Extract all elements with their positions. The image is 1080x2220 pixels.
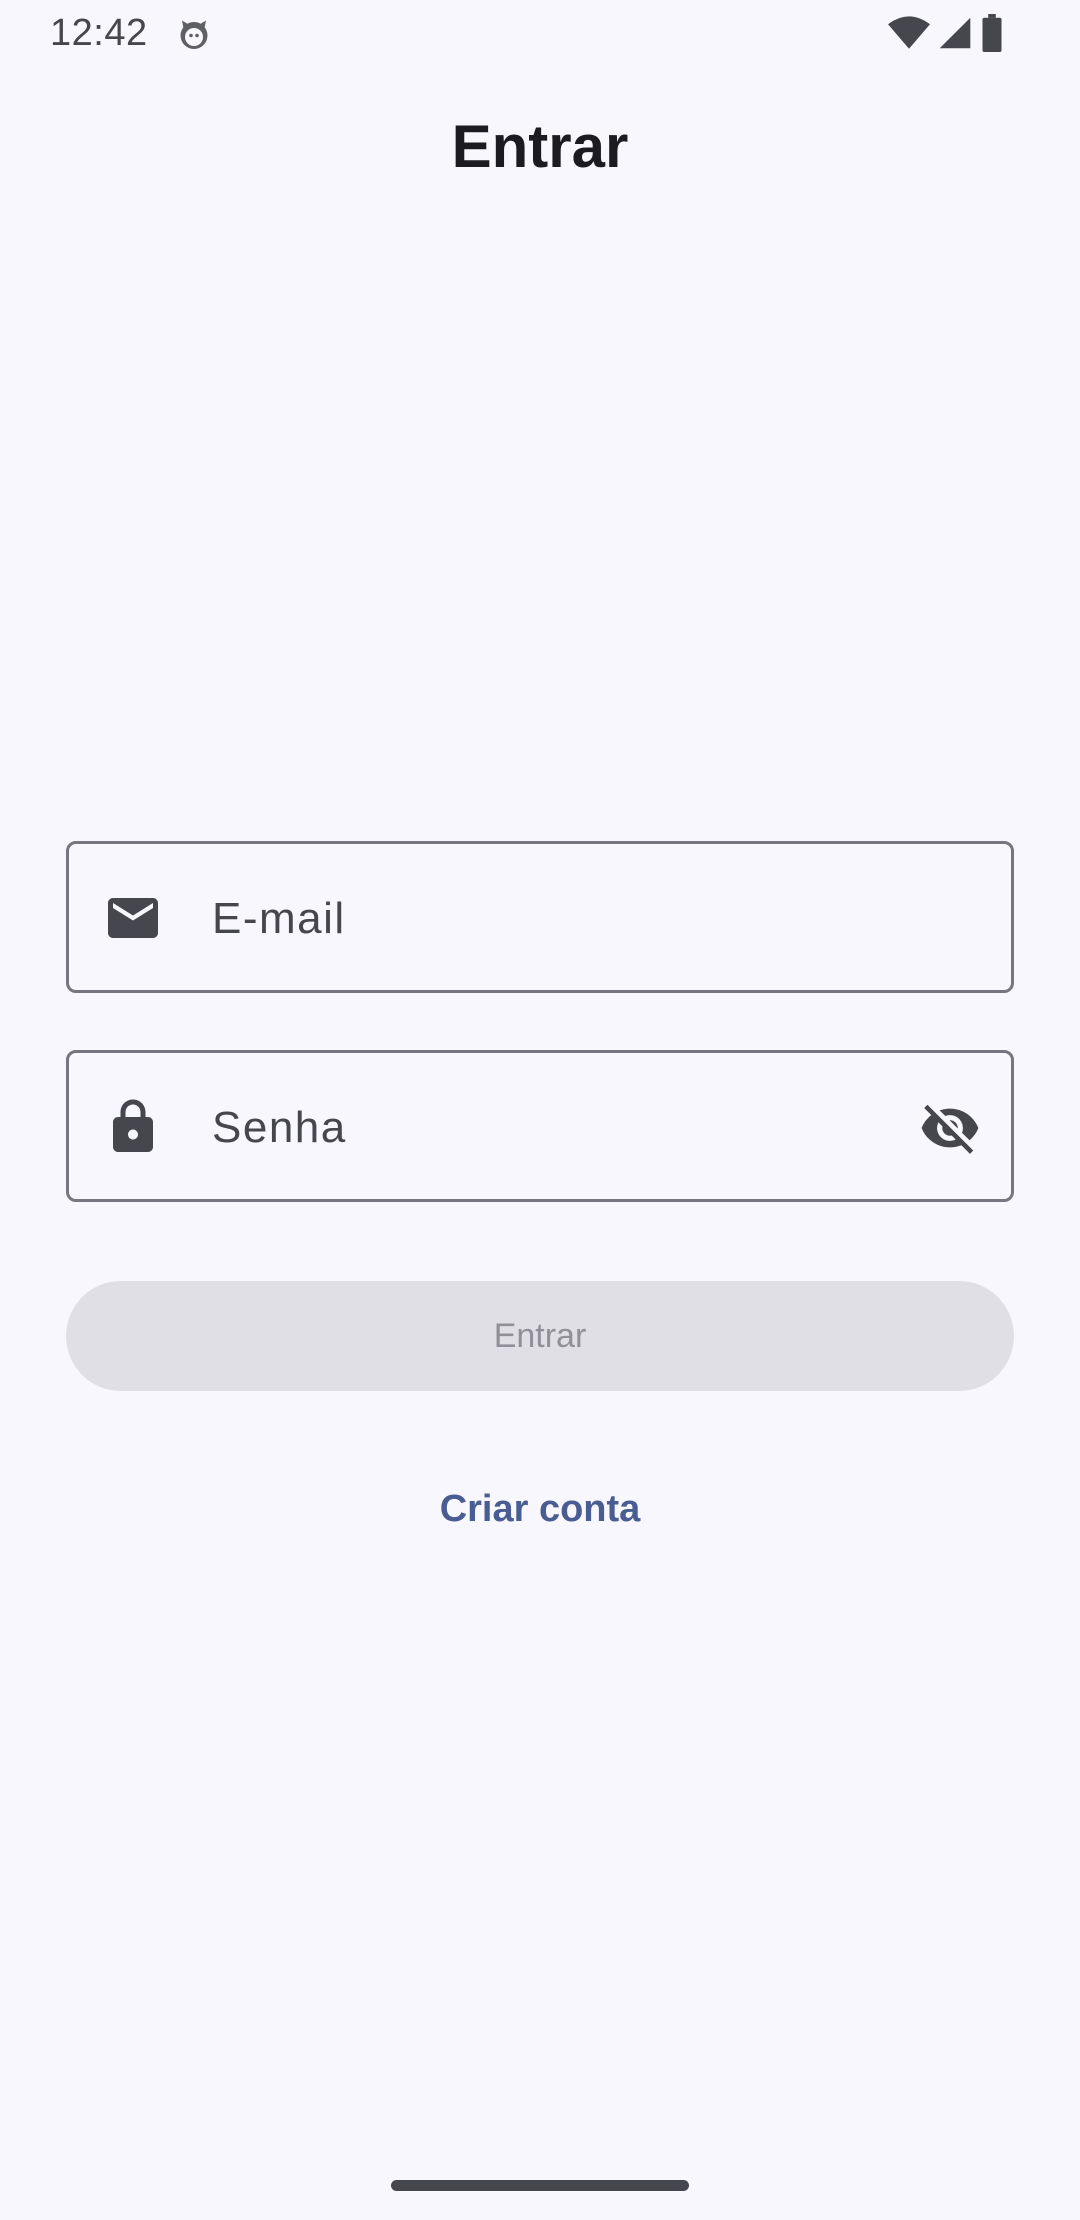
app-notification-icon	[180, 20, 208, 49]
page-title: Entrar	[451, 113, 629, 180]
login-screen: 12:42 Entrar E-mail Senha Entrar Criar c…	[0, 0, 1080, 2220]
battery-icon	[982, 14, 1002, 52]
wifi-icon	[888, 16, 930, 49]
password-field[interactable]: Senha	[66, 1050, 1014, 1202]
login-button[interactable]: Entrar	[66, 1281, 1014, 1391]
visibility-off-icon[interactable]	[919, 1097, 981, 1159]
status-icons	[888, 14, 1004, 52]
create-account-link[interactable]: Criar conta	[0, 1488, 1080, 1531]
email-placeholder: E-mail	[212, 894, 346, 943]
cellular-signal-icon	[939, 17, 971, 49]
email-icon	[108, 898, 158, 938]
email-field[interactable]: E-mail	[66, 841, 1014, 993]
password-placeholder: Senha	[212, 1103, 347, 1152]
lock-icon	[113, 1099, 153, 1152]
home-indicator[interactable]	[391, 2180, 689, 2191]
status-bar: 12:42	[0, 0, 1080, 66]
status-time: 12:42	[50, 12, 148, 54]
